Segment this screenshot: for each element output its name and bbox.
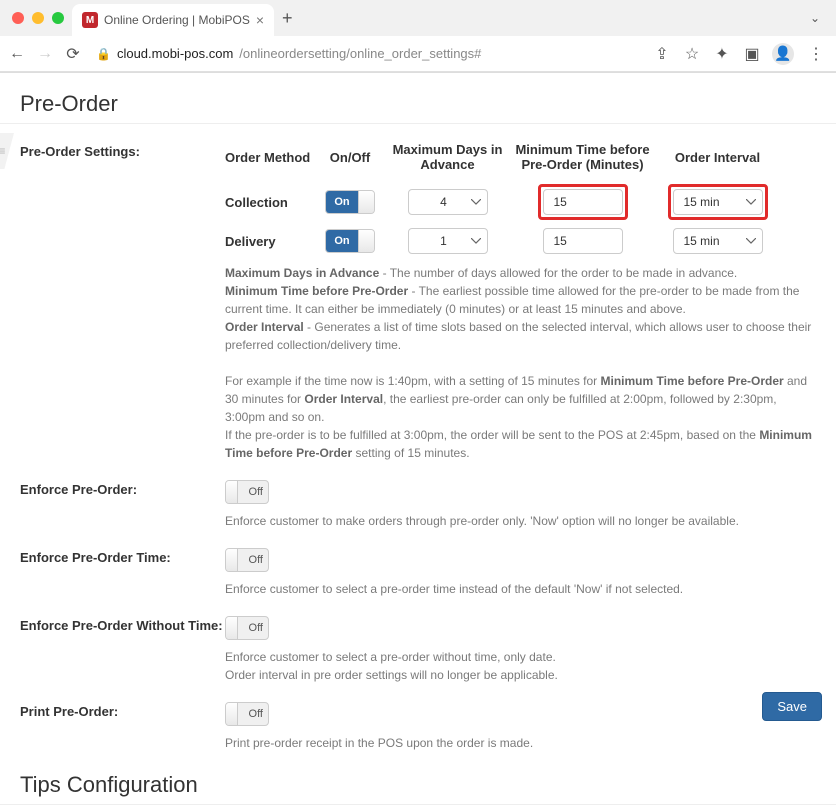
delivery-row: Delivery On 1 15 min	[225, 228, 816, 254]
collection-mintime-highlight	[538, 184, 628, 220]
toggle-knob	[226, 617, 238, 639]
kebab-menu-icon[interactable]: ⋮	[804, 44, 828, 64]
print-preorder-row: Print Pre-Order: Off Print pre-order rec…	[20, 702, 816, 752]
url-domain: cloud.mobi-pos.com	[117, 46, 233, 61]
toggle-off-label: Off	[249, 549, 263, 571]
url-bar[interactable]: 🔒 cloud.mobi-pos.com/onlineordersetting/…	[92, 40, 642, 68]
enforce-preorder-time-label: Enforce Pre-Order Time:	[20, 548, 225, 565]
delivery-mintime-input[interactable]	[543, 228, 623, 254]
enforce-preorder-row: Enforce Pre-Order: Off Enforce customer …	[20, 480, 816, 530]
collection-interval-highlight: 15 min	[668, 184, 768, 220]
preorder-settings-label: Pre-Order Settings:	[20, 142, 225, 159]
enforce-preorder-without-time-label: Enforce Pre-Order Without Time:	[20, 616, 225, 633]
sidebar-expand-handle[interactable]: ≡	[0, 133, 14, 169]
browser-tab[interactable]: M Online Ordering | MobiPOS ×	[72, 4, 274, 36]
bookmark-icon[interactable]: ☆	[682, 44, 702, 64]
header-onoff: On/Off	[320, 150, 380, 165]
toggle-knob	[226, 549, 238, 571]
collection-toggle[interactable]: On	[325, 190, 375, 214]
enforce-preorder-label: Enforce Pre-Order:	[20, 480, 225, 497]
sidepanel-icon[interactable]: ▣	[742, 44, 762, 64]
collection-interval-select[interactable]: 15 min	[673, 189, 763, 215]
collection-label: Collection	[225, 195, 320, 210]
header-mintime: Minimum Time before Pre-Order (Minutes)	[515, 142, 650, 172]
header-method: Order Method	[225, 150, 320, 165]
window-minimize-button[interactable]	[32, 12, 44, 24]
delivery-label: Delivery	[225, 234, 320, 249]
enforce-preorder-without-time-toggle[interactable]: Off	[225, 616, 269, 640]
print-preorder-toggle[interactable]: Off	[225, 702, 269, 726]
save-button[interactable]: Save	[762, 692, 822, 721]
share-icon[interactable]: ⇪	[652, 44, 672, 64]
divider	[0, 123, 836, 124]
new-tab-button[interactable]: +	[274, 8, 301, 29]
back-button[interactable]: ←	[8, 45, 26, 63]
browser-chrome: M Online Ordering | MobiPOS × + ⌄ ← → ⟳ …	[0, 0, 836, 73]
tips-heading: Tips Configuration	[20, 772, 816, 798]
collection-row: Collection On 4	[225, 184, 816, 220]
toggle-off-label: Off	[249, 617, 263, 639]
delivery-toggle[interactable]: On	[325, 229, 375, 253]
enforce-preorder-time-desc: Enforce customer to select a pre-order t…	[225, 580, 816, 598]
collection-mintime-input[interactable]	[543, 189, 623, 215]
browser-toolbar: ← → ⟳ 🔒 cloud.mobi-pos.com/onlineorderse…	[0, 36, 836, 72]
url-path: /onlineordersetting/online_order_setting…	[239, 46, 481, 61]
delivery-interval-select[interactable]: 15 min	[673, 228, 763, 254]
delivery-days-select[interactable]: 1	[408, 228, 488, 254]
preorder-settings-row: Pre-Order Settings: Order Method On/Off …	[20, 142, 816, 462]
enforce-preorder-time-toggle[interactable]: Off	[225, 548, 269, 572]
toggle-off-label: Off	[249, 481, 263, 503]
tab-title: Online Ordering | MobiPOS	[104, 13, 250, 27]
preorder-heading: Pre-Order	[20, 91, 816, 117]
toggle-knob	[358, 191, 374, 213]
toggle-on-label: On	[326, 230, 358, 252]
settings-grid-header: Order Method On/Off Maximum Days in Adva…	[225, 142, 816, 172]
tab-favicon: M	[82, 12, 98, 28]
header-interval: Order Interval	[650, 150, 785, 165]
enforce-preorder-without-time-row: Enforce Pre-Order Without Time: Off Enfo…	[20, 616, 816, 684]
window-maximize-button[interactable]	[52, 12, 64, 24]
toggle-knob	[226, 481, 238, 503]
print-preorder-label: Print Pre-Order:	[20, 702, 225, 719]
preorder-description: Maximum Days in Advance - The number of …	[225, 264, 816, 462]
reload-button[interactable]: ⟳	[64, 44, 82, 64]
tabs-dropdown-icon[interactable]: ⌄	[810, 11, 828, 25]
enforce-preorder-time-row: Enforce Pre-Order Time: Off Enforce cust…	[20, 548, 816, 598]
profile-avatar[interactable]: 👤	[772, 43, 794, 65]
enforce-preorder-without-time-desc1: Enforce customer to select a pre-order w…	[225, 648, 816, 666]
tab-close-icon[interactable]: ×	[256, 12, 264, 28]
header-days: Maximum Days in Advance	[380, 142, 515, 172]
window-close-button[interactable]	[12, 12, 24, 24]
window-controls	[8, 12, 72, 24]
enforce-preorder-desc: Enforce customer to make orders through …	[225, 512, 816, 530]
collection-days-select[interactable]: 4	[408, 189, 488, 215]
tab-bar: M Online Ordering | MobiPOS × + ⌄	[0, 0, 836, 36]
enforce-preorder-toggle[interactable]: Off	[225, 480, 269, 504]
forward-button[interactable]: →	[36, 45, 54, 63]
print-preorder-desc: Print pre-order receipt in the POS upon …	[225, 734, 816, 752]
toggle-knob	[226, 703, 238, 725]
toggle-off-label: Off	[249, 703, 263, 725]
toggle-on-label: On	[326, 191, 358, 213]
toggle-knob	[358, 230, 374, 252]
lock-icon: 🔒	[96, 47, 111, 61]
enforce-preorder-without-time-desc2: Order interval in pre order settings wil…	[225, 666, 816, 684]
extensions-icon[interactable]: ✦	[712, 44, 732, 64]
page-content: ≡ Pre-Order Pre-Order Settings: Order Me…	[0, 73, 836, 805]
